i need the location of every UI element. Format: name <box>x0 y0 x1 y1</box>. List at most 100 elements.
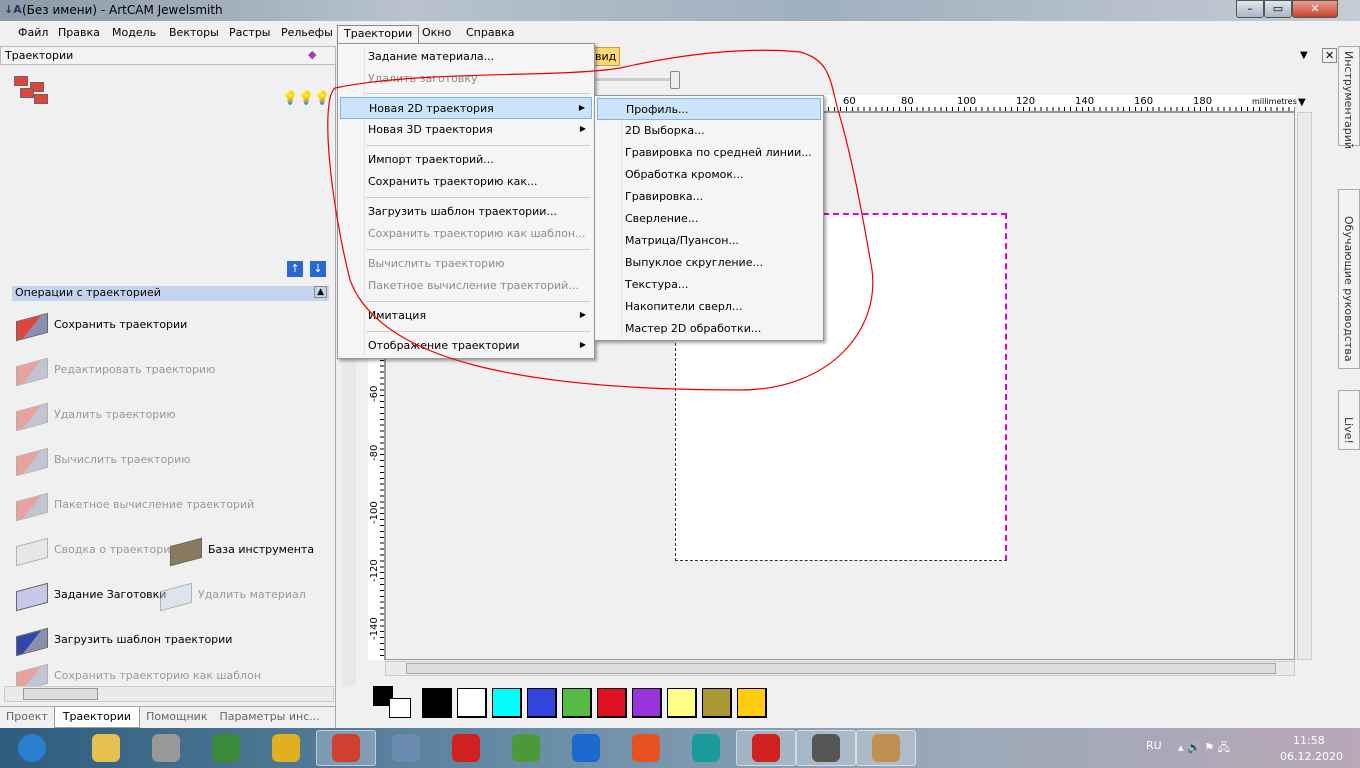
op-batch-calculate[interactable]: Пакетное вычисление траекторий <box>14 484 254 524</box>
op-delete-toolpath[interactable]: Удалить траекторию <box>14 394 176 434</box>
zoom-slider-track[interactable] <box>590 78 680 81</box>
tab-tool-params[interactable]: Параметры инс... <box>213 707 325 728</box>
palette-color-swatch[interactable] <box>422 688 452 718</box>
menu-edit[interactable]: Правка <box>52 25 106 43</box>
taskbar-calculator-button[interactable] <box>376 730 436 766</box>
menu-item-display[interactable]: Отображение траектории ▶ <box>340 335 592 357</box>
palette-color-swatch[interactable] <box>492 688 522 718</box>
tray-icons[interactable]: ▴ 🔊 ⚑ 🖧 <box>1178 739 1230 758</box>
menu-item-new-2d[interactable]: Новая 2D траектория ▶ <box>340 97 592 119</box>
palette-color-swatch[interactable] <box>702 688 732 718</box>
submenu-item[interactable]: Текстура... <box>597 274 821 296</box>
submenu-item[interactable]: Гравировка по средней линии... <box>597 142 821 164</box>
op-load-template[interactable]: Загрузить шаблон траектории <box>14 619 232 659</box>
artcam-icon <box>812 734 840 762</box>
submenu-item[interactable]: Мастер 2D обработки... <box>597 318 821 340</box>
op-calculate-toolpath[interactable]: Вычислить траекторию <box>14 439 191 479</box>
menu-help[interactable]: Справка <box>460 25 520 43</box>
load-template-icon <box>14 622 52 657</box>
palette-color-swatch[interactable] <box>667 688 697 718</box>
clock-date[interactable]: 06.12.2020 <box>1280 750 1343 763</box>
menu-reliefs[interactable]: Рельефы <box>275 25 339 43</box>
menu-toolpaths[interactable]: Траектории <box>337 25 420 43</box>
op-toolpath-summary[interactable]: Сводка о траектории <box>14 529 178 569</box>
zoom-slider-thumb[interactable] <box>670 71 680 89</box>
submenu-item[interactable]: Обработка кромок... <box>597 164 821 186</box>
palette-color-swatch[interactable] <box>527 688 557 718</box>
clock-time[interactable]: 11:58 <box>1293 734 1325 747</box>
close-button[interactable]: ✕ <box>1292 0 1338 18</box>
menu-bitmaps[interactable]: Растры <box>223 25 277 43</box>
tab-tutorials[interactable]: Обучающие руководства <box>1338 189 1360 369</box>
ruler-options-icon[interactable]: ▼ <box>1298 97 1306 108</box>
menu-item-import[interactable]: Импорт траекторий... <box>340 149 592 171</box>
operations-section-header[interactable]: Операции с траекторией ▲ <box>12 286 329 301</box>
move-up-button[interactable]: ↑ <box>287 261 303 277</box>
palette-color-swatch[interactable] <box>632 688 662 718</box>
submenu-item[interactable]: Профиль... <box>597 98 821 120</box>
op-setup-block[interactable]: Задание Заготовки <box>14 574 166 614</box>
palette-color-swatch[interactable] <box>457 688 487 718</box>
tab-toolbox[interactable]: Инструментарий <box>1338 46 1360 149</box>
submenu-item[interactable]: Выпуклое скругление... <box>597 252 821 274</box>
background-color[interactable] <box>389 698 411 718</box>
canvas-v-scrollbar[interactable] <box>1297 112 1312 660</box>
tab-toolpaths[interactable]: Траектории <box>53 707 141 728</box>
menu-item-batch[interactable]: Пакетное вычисление траекторий... <box>340 275 592 297</box>
tab-project[interactable]: Проект <box>0 707 54 728</box>
menu-item-load-template[interactable]: Загрузить шаблон траектории... <box>340 201 592 223</box>
menu-vectors[interactable]: Векторы <box>163 25 225 43</box>
menu-item-save-as[interactable]: Сохранить траекторию как... <box>340 171 592 193</box>
taskbar-explorer-button[interactable] <box>76 730 136 766</box>
taskbar-flash-button[interactable] <box>616 730 676 766</box>
menu-item-remove-block[interactable]: Удалить заготовку <box>340 68 592 90</box>
taskbar-artcam-button[interactable] <box>796 730 856 766</box>
taskbar-arduino-button[interactable] <box>676 730 736 766</box>
submenu-item[interactable]: Накопители сверл... <box>597 296 821 318</box>
taskbar-solidworks2-button[interactable] <box>736 730 796 766</box>
panel-h-scrollbar[interactable] <box>4 686 334 702</box>
menu-item-simulation[interactable]: Имитация ▶ <box>340 305 592 327</box>
menu-model[interactable]: Модель <box>106 25 162 43</box>
menu-file[interactable]: Файл <box>12 25 54 43</box>
menu-item-new-3d[interactable]: Новая 3D траектория ▶ <box>340 119 592 141</box>
close-icon[interactable]: ✕ <box>1322 48 1338 63</box>
taskbar-security-button[interactable] <box>196 730 256 766</box>
taskbar-chrome-button[interactable] <box>316 730 376 766</box>
menu-item-save-template[interactable]: Сохранить траекторию как шаблон... <box>340 223 592 245</box>
tab-assistant[interactable]: Помощник <box>140 707 213 728</box>
taskbar-dvd-button[interactable] <box>136 730 196 766</box>
minimize-button[interactable]: – <box>1236 0 1264 18</box>
op-label: Сохранить траекторию как шаблон <box>54 668 262 682</box>
op-save-template[interactable]: Сохранить траекторию как шаблон <box>14 664 261 686</box>
menu-window[interactable]: Окно <box>416 25 457 43</box>
op-edit-toolpath[interactable]: Редактировать траекторию <box>14 349 215 389</box>
canvas-h-scrollbar[interactable] <box>385 661 1295 676</box>
submenu-item[interactable]: Матрица/Пуансон... <box>597 230 821 252</box>
move-down-button[interactable]: ↓ <box>310 261 326 277</box>
label: Отображение траектории <box>368 339 520 352</box>
op-tool-database[interactable]: База инструмента <box>168 529 314 569</box>
taskbar-paint-button[interactable] <box>856 730 916 766</box>
submenu-item[interactable]: Гравировка... <box>597 186 821 208</box>
palette-color-swatch[interactable] <box>562 688 592 718</box>
taskbar-utorrent-button[interactable] <box>496 730 556 766</box>
maximize-button[interactable]: ▭ <box>1264 0 1292 18</box>
language-indicator[interactable]: RU <box>1146 739 1162 752</box>
view-dropdown-icon[interactable]: ▼ <box>1300 50 1308 61</box>
palette-color-swatch[interactable] <box>597 688 627 718</box>
submenu-item[interactable]: 2D Выборка... <box>597 120 821 142</box>
op-save-toolpaths[interactable]: Сохранить траектории <box>14 304 187 344</box>
lightbulb-icon[interactable]: 💡💡💡 <box>282 91 331 106</box>
tab-live[interactable]: Live! <box>1338 390 1360 450</box>
taskbar-start-button[interactable] <box>2 730 62 766</box>
menu-item-material-setup[interactable]: Задание материала... <box>340 46 592 68</box>
submenu-item[interactable]: Сверление... <box>597 208 821 230</box>
palette-color-swatch[interactable] <box>737 688 767 718</box>
collapse-icon[interactable]: ▲ <box>314 286 327 298</box>
op-remove-material[interactable]: Удалить материал <box>158 574 306 614</box>
taskbar-solidworks-button[interactable] <box>436 730 496 766</box>
taskbar-teamviewer-button[interactable] <box>556 730 616 766</box>
menu-item-calculate[interactable]: Вычислить траекторию <box>340 253 592 275</box>
taskbar-network-button[interactable] <box>256 730 316 766</box>
